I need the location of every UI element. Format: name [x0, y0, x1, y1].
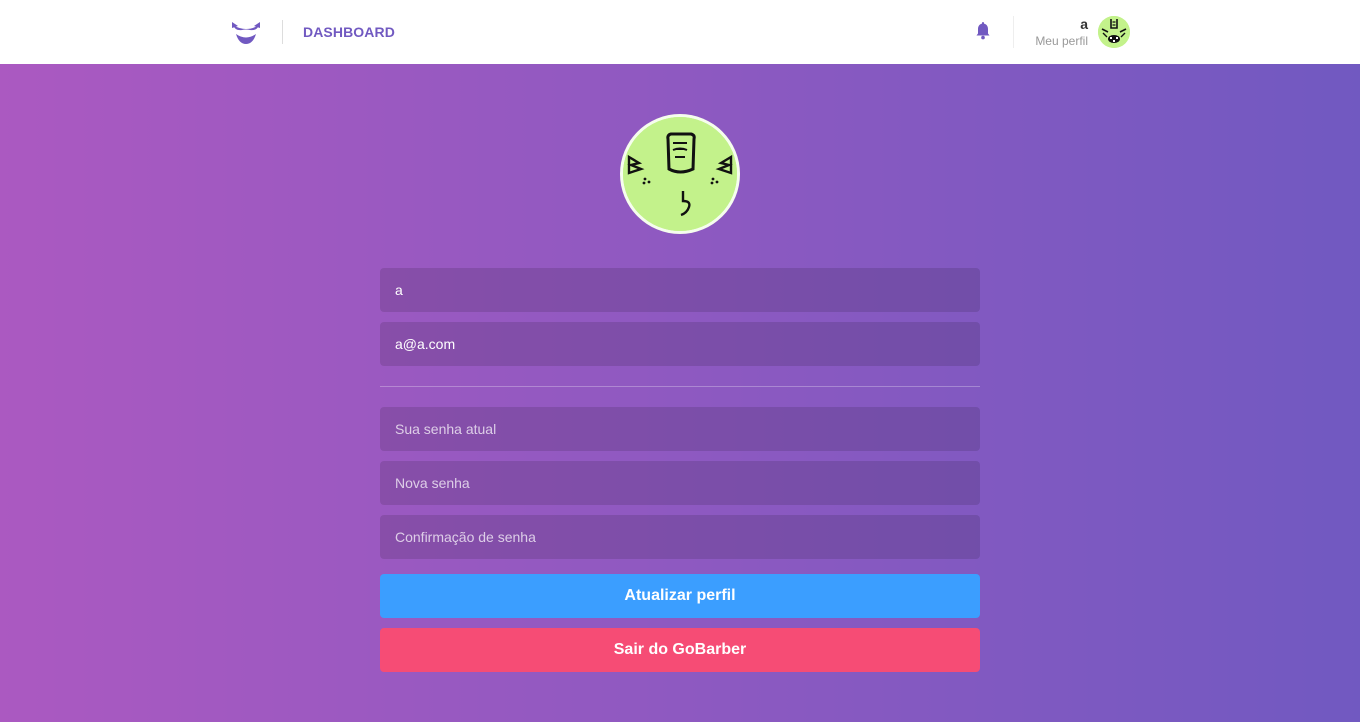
email-input[interactable] [380, 322, 980, 366]
green-monster-avatar-icon [623, 117, 737, 231]
header-content: DASHBOARD a Meu perfil [230, 0, 1130, 64]
name-input[interactable] [380, 268, 980, 312]
my-profile-link[interactable]: Meu perfil [1035, 34, 1088, 48]
header-avatar[interactable] [1098, 16, 1130, 48]
header-user-name: a [1080, 16, 1088, 32]
update-profile-button[interactable]: Atualizar perfil [380, 574, 980, 618]
logout-button[interactable]: Sair do GoBarber [380, 628, 980, 672]
new-password-input[interactable] [380, 461, 980, 505]
form-divider [380, 386, 980, 387]
green-monster-avatar-icon [1098, 16, 1130, 48]
top-header: DASHBOARD a Meu perfil [0, 0, 1360, 64]
mustache-logo-icon[interactable] [230, 19, 262, 45]
confirm-password-input[interactable] [380, 515, 980, 559]
current-password-input[interactable] [380, 407, 980, 451]
profile-divider [1013, 16, 1014, 48]
nav-dashboard-link[interactable]: DASHBOARD [303, 24, 395, 40]
profile-avatar[interactable] [620, 114, 740, 234]
logo-divider [282, 20, 283, 44]
bell-icon[interactable] [975, 22, 991, 40]
